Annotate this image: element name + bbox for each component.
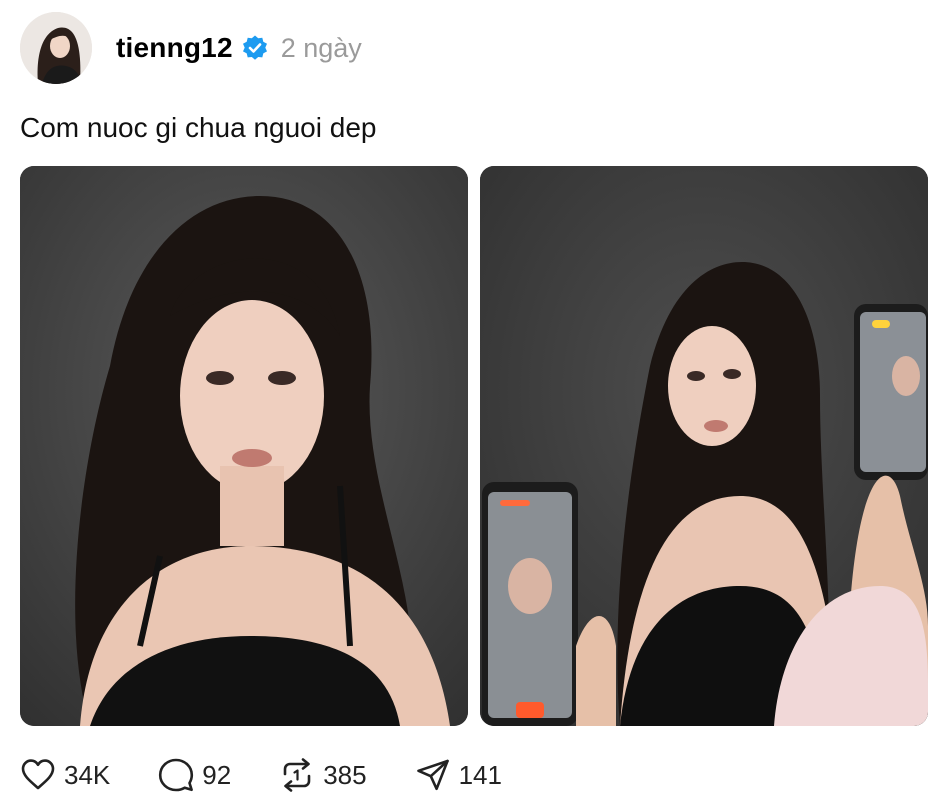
reply-count: 92	[202, 759, 232, 790]
post-time[interactable]: 2 ngày	[281, 33, 362, 64]
username[interactable]: tienng12	[116, 32, 233, 64]
like-count: 34K	[64, 759, 111, 790]
reply-button[interactable]: 92	[158, 757, 231, 793]
post-caption: Com nuoc gi chua nguoi dep	[20, 112, 377, 143]
post-actions: 34K 92 385 141	[20, 754, 550, 796]
share-button[interactable]: 141	[415, 757, 502, 793]
post-photo-2[interactable]	[480, 166, 928, 726]
avatar[interactable]	[20, 12, 92, 84]
post-photo-1[interactable]	[20, 166, 468, 726]
repost-button[interactable]: 385	[279, 757, 367, 793]
send-icon	[416, 759, 449, 791]
verified-badge-icon	[241, 34, 269, 62]
repost-count: 385	[323, 759, 367, 790]
share-count: 141	[458, 759, 502, 790]
thread-post: tienng12 2 ngày Com nuoc gi chua nguoi d…	[0, 0, 938, 810]
like-button[interactable]: 34K	[20, 757, 110, 793]
repost-icon	[283, 758, 311, 792]
heart-icon	[21, 759, 55, 790]
post-header: tienng12 2 ngày	[20, 10, 362, 86]
comment-icon	[159, 758, 194, 792]
